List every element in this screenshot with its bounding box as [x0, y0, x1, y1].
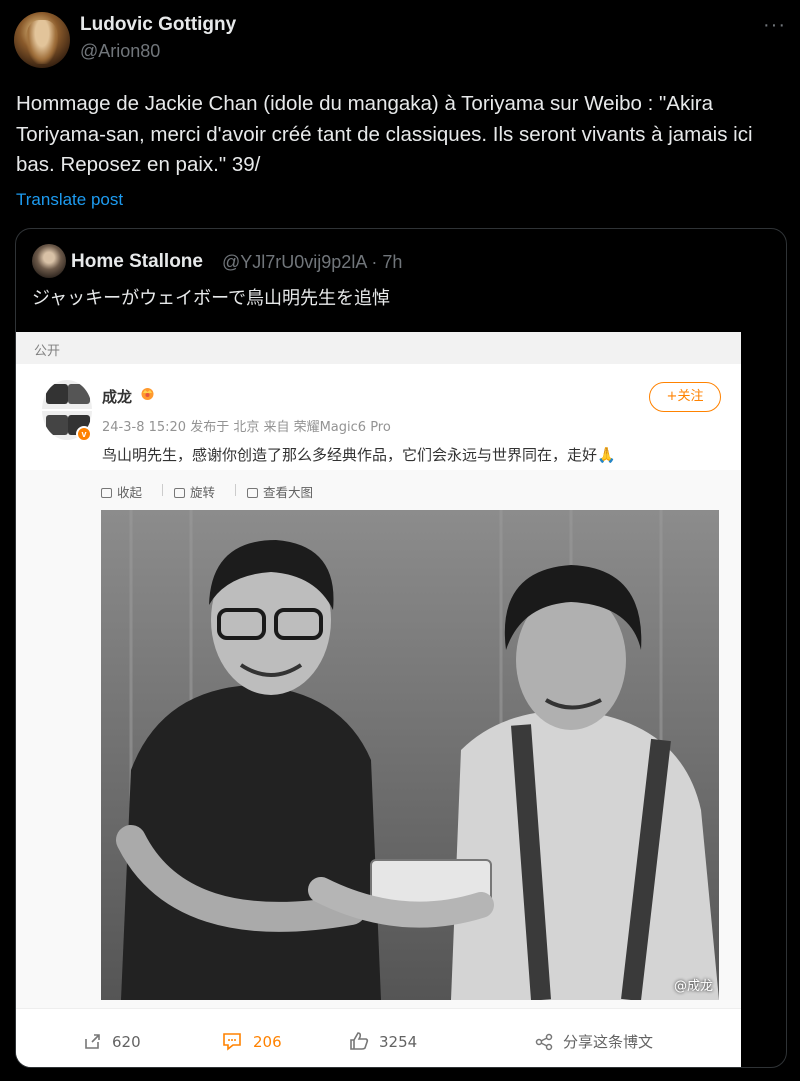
- tool-divider: [162, 484, 163, 496]
- quoted-post[interactable]: Home Stallone @YJl7rU0vij9p2lA · 7h ジャッキ…: [15, 228, 787, 1068]
- quoted-author-name[interactable]: Home Stallone: [71, 251, 203, 273]
- photo-illustration: [101, 510, 719, 1000]
- weibo-timestamp: 24-3-8 15:20 发布于 北京 来自 荣耀Magic6 Pro: [102, 420, 391, 435]
- rotate-icon: [174, 488, 185, 498]
- follow-button: +关注: [649, 382, 721, 412]
- weibo-author-name: 成龙: [102, 388, 133, 406]
- comment-count: 206: [221, 1031, 282, 1051]
- author-handle[interactable]: @Arion80: [80, 41, 160, 62]
- like-icon: [350, 1032, 369, 1050]
- share-post: 分享这条博文: [535, 1031, 653, 1052]
- crown-icon: [141, 388, 154, 400]
- weibo-footer: 620 206 3254 分享这条博文: [16, 1008, 741, 1067]
- collapse-tool: 收起: [101, 482, 142, 501]
- like-count: 3254: [349, 1031, 417, 1051]
- share-post-icon: [535, 1033, 553, 1051]
- weibo-photo: @成龙: [101, 510, 719, 1000]
- author-avatar[interactable]: [14, 12, 70, 68]
- weibo-image-area: 收起 旋转 查看大图 @成龙: [16, 470, 741, 1044]
- tool-divider: [235, 484, 236, 496]
- visibility-label: 公开: [34, 344, 61, 359]
- weibo-body: 鸟山明先生，感谢你创造了那么多经典作品，它们会永远与世界同在，走好🙏: [102, 446, 616, 464]
- author-name[interactable]: Ludovic Gottigny: [80, 14, 236, 36]
- verified-badge-icon: v: [76, 426, 92, 442]
- view-large-icon: [247, 488, 258, 498]
- comment-icon: [223, 1033, 241, 1051]
- rotate-tool: 旋转: [174, 482, 215, 501]
- collapse-icon: [101, 488, 112, 498]
- translate-post-link[interactable]: Translate post: [16, 190, 123, 210]
- photo-watermark: @成龙: [673, 979, 713, 994]
- weibo-post-header: v 成龙 24-3-8 15:20 发布于 北京 来自 荣耀Magic6 Pro…: [16, 364, 741, 470]
- quoted-author-meta: @YJl7rU0vij9p2lA · 7h: [222, 252, 403, 272]
- quoted-avatar[interactable]: [32, 244, 66, 278]
- share-icon: [85, 1034, 100, 1049]
- share-count: 620: [82, 1031, 141, 1051]
- weibo-screenshot[interactable]: 公开 v 成龙 24-3-8 15:20 发布于 北京 来自 荣耀Magic6 …: [16, 332, 741, 1067]
- post-text: Hommage de Jackie Chan (idole du mangaka…: [16, 92, 753, 176]
- quoted-text: ジャッキーがウェイボーで鳥山明先生を追悼: [32, 288, 391, 309]
- view-large-tool: 查看大图: [247, 482, 313, 501]
- more-icon[interactable]: ···: [763, 14, 786, 37]
